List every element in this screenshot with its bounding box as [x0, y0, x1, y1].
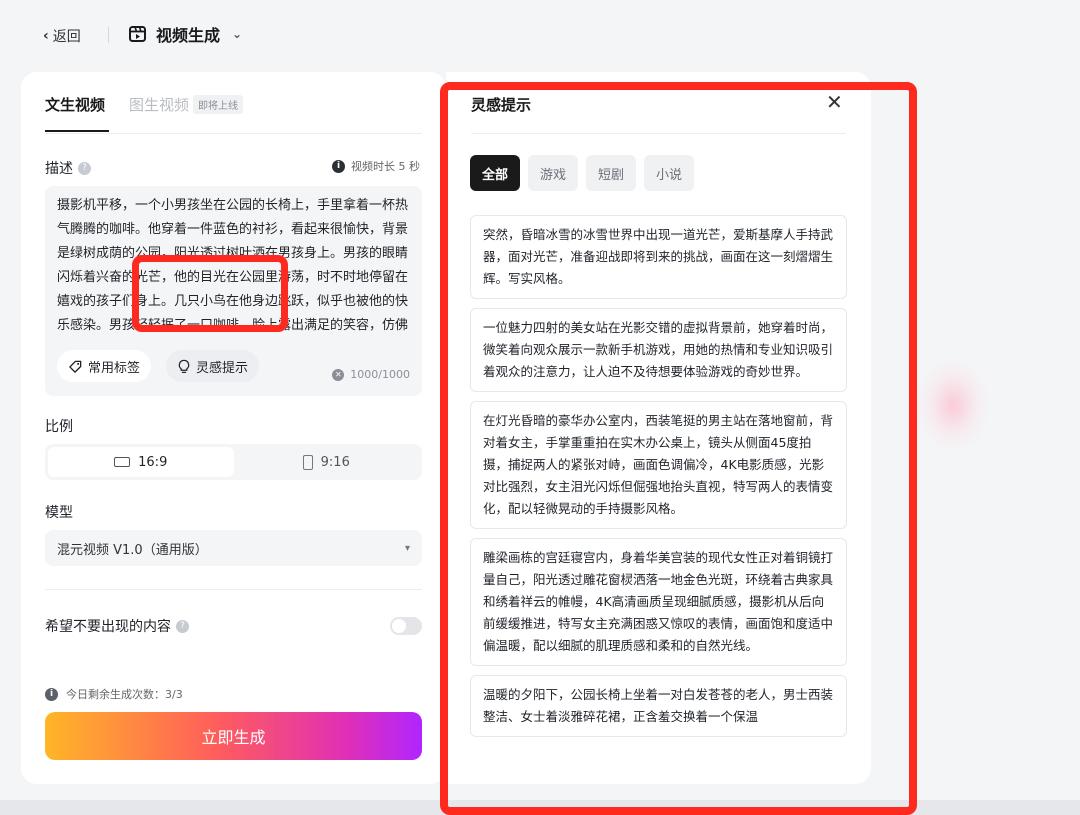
inspiration-card[interactable]: 雕梁画栋的宫廷寝宫内，身着华美宫装的现代女性正对着铜镜打量自己，阳光透过雕花窗棂… — [470, 538, 847, 666]
app-switcher[interactable]: 视频生成 ⌄ — [128, 22, 242, 46]
remaining-text: 今日剩余生成次数：3/3 — [66, 688, 183, 701]
back-button[interactable]: ‹ 返回 — [43, 26, 81, 46]
model-value: 混元视频 V1.0（通用版） — [57, 542, 208, 558]
filter-game[interactable]: 游戏 — [528, 155, 579, 191]
text-to-video-panel: 文生视频 图生视频 即将上线 描述 ? i 视频时长 5 秒 摄影机平移，一个小… — [21, 72, 446, 784]
negative-prompt-label-wrap: 希望不要出现的内容 ? — [45, 616, 189, 636]
inspiration-card[interactable]: 温暖的夕阳下，公园长椅上坐着一对白发苍苍的老人，男士西装整洁、女士着淡雅碎花裙，… — [470, 675, 847, 737]
help-icon[interactable]: ? — [176, 619, 189, 633]
info-icon: i — [45, 687, 58, 701]
negative-prompt-toggle[interactable] — [390, 617, 422, 635]
common-tags-button[interactable]: 常用标签 — [57, 350, 152, 382]
ratio-selector: 16:9 9:16 — [45, 444, 422, 480]
description-label-row: 描述 ? — [45, 158, 91, 178]
inspiration-title: 灵感提示 — [471, 96, 532, 114]
negative-prompt-row: 希望不要出现的内容 ? — [45, 616, 422, 636]
ratio-9-16[interactable]: 9:16 — [234, 447, 420, 477]
char-count: 1000/1000 — [350, 368, 410, 381]
tab-image-to-video-wrap: 图生视频 即将上线 — [129, 94, 244, 115]
common-tags-label: 常用标签 — [88, 360, 141, 376]
description-text[interactable]: 摄影机平移，一个小男孩坐在公园的长椅上，手里拿着一杯热气腾腾的咖啡。他穿着一件蓝… — [57, 194, 409, 338]
inspiration-label: 灵感提示 — [196, 360, 249, 376]
filter-all[interactable]: 全部 — [470, 155, 521, 191]
video-generate-icon — [129, 26, 146, 42]
header-divider — [108, 27, 109, 43]
model-label: 模型 — [45, 505, 73, 521]
clear-icon[interactable]: ✕ — [332, 368, 345, 381]
landscape-icon — [114, 457, 131, 467]
back-label: 返回 — [52, 29, 81, 45]
filter-novel[interactable]: 小说 — [644, 155, 695, 191]
model-select[interactable]: 混元视频 V1.0（通用版） ▾ — [45, 530, 422, 566]
char-counter: ✕ 1000/1000 — [332, 368, 410, 381]
description-input[interactable]: 摄影机平移，一个小男孩坐在公园的长椅上，手里拿着一杯热气腾腾的咖啡。他穿着一件蓝… — [45, 186, 422, 396]
ratio-9-16-label: 9:16 — [320, 454, 350, 470]
inspiration-panel: 灵感提示 ✕ 全部 游戏 短剧 小说 突然，昏暗冰雪的冰雪世界中出现一道光芒，爱… — [446, 72, 871, 784]
inspiration-list: 突然，昏暗冰雪的冰雪世界中出现一道光芒，爱斯基摩人手持武器，面对光芒，准备迎战即… — [470, 215, 847, 746]
bottom-scrollbar[interactable] — [0, 800, 1080, 815]
chevron-left-icon: ‹ — [43, 28, 49, 44]
tag-icon — [69, 360, 82, 373]
mode-tabs: 文生视频 图生视频 即将上线 — [45, 94, 244, 115]
ratio-label: 比例 — [45, 419, 73, 435]
inspiration-card[interactable]: 在灯光昏暗的豪华办公室内，西装笔挺的男主站在落地窗前，背对着女主，手掌重重拍在实… — [470, 401, 847, 529]
section-divider — [45, 589, 422, 590]
active-tab-indicator — [45, 130, 109, 132]
chevron-down-icon: ▾ — [404, 542, 410, 554]
inspiration-button[interactable]: 灵感提示 — [166, 350, 260, 382]
inspiration-card[interactable]: 一位魅力四射的美女站在光影交错的虚拟背景前，她穿着时尚，微笑着向观众展示一款新手… — [470, 308, 847, 392]
negative-prompt-label: 希望不要出现的内容 — [45, 619, 171, 635]
description-label: 描述 — [45, 161, 73, 177]
tab-divider — [45, 133, 422, 134]
tab-image-to-video[interactable]: 图生视频 — [129, 94, 189, 115]
info-icon: i — [332, 159, 345, 173]
close-icon[interactable]: ✕ — [826, 90, 843, 114]
lightbulb-icon — [178, 359, 190, 373]
portrait-icon — [302, 454, 313, 470]
duration-info: i 视频时长 5 秒 — [332, 158, 420, 174]
ratio-16-9[interactable]: 16:9 — [48, 447, 234, 477]
help-icon[interactable]: ? — [78, 161, 91, 175]
tab-text-to-video[interactable]: 文生视频 — [45, 94, 105, 115]
remaining-count: i 今日剩余生成次数：3/3 — [45, 686, 183, 702]
app-title: 视频生成 — [156, 26, 221, 45]
duration-text: 视频时长 5 秒 — [351, 160, 420, 173]
generate-button[interactable]: 立即生成 — [45, 712, 422, 760]
top-bar: ‹ 返回 视频生成 ⌄ — [0, 0, 1080, 70]
background-glow — [918, 360, 988, 450]
chevron-down-icon: ⌄ — [232, 27, 243, 41]
panel-divider — [471, 133, 846, 134]
category-filters: 全部 游戏 短剧 小说 — [470, 155, 695, 191]
coming-soon-badge: 即将上线 — [193, 95, 244, 114]
ratio-16-9-label: 16:9 — [138, 454, 168, 470]
filter-short-drama[interactable]: 短剧 — [586, 155, 637, 191]
inspiration-card[interactable]: 突然，昏暗冰雪的冰雪世界中出现一道光芒，爱斯基摩人手持武器，面对光芒，准备迎战即… — [470, 215, 847, 299]
